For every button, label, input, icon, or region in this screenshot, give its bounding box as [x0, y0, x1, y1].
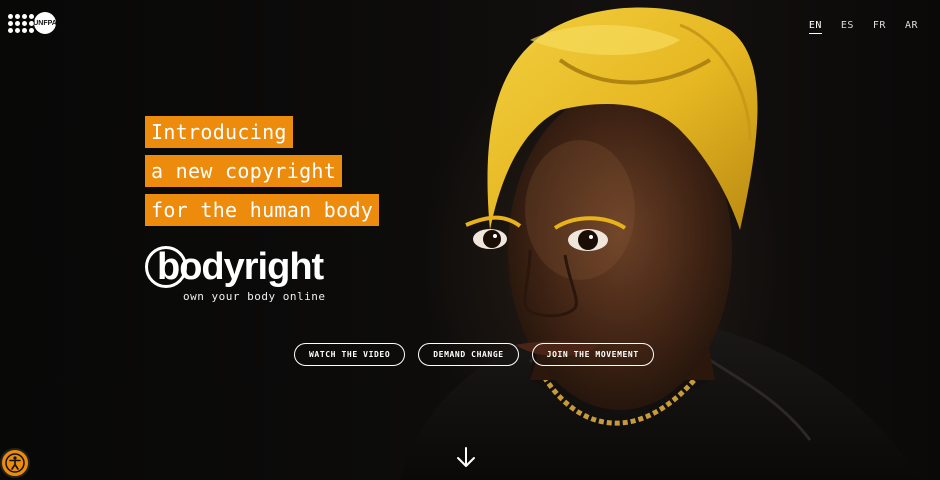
- brand-circle-icon: [145, 246, 187, 288]
- cta-group: WATCH THE VIDEO DEMAND CHANGE JOIN THE M…: [294, 343, 654, 366]
- join-movement-button[interactable]: JOIN THE MOVEMENT: [531, 343, 654, 366]
- watch-video-button[interactable]: WATCH THE VIDEO: [294, 343, 406, 366]
- unfpa-logo[interactable]: UNFPA: [8, 12, 57, 34]
- language-switcher: EN ES FR AR: [808, 20, 918, 34]
- arrow-down-icon[interactable]: [455, 446, 477, 470]
- lang-ar[interactable]: AR: [905, 20, 918, 34]
- hero-section: UNFPA EN ES FR AR Introducing a new copy…: [0, 0, 940, 480]
- lang-es[interactable]: ES: [841, 20, 854, 34]
- accessibility-button[interactable]: [0, 448, 30, 478]
- brand-tagline: own your body online: [183, 290, 326, 303]
- headline-line-1: Introducing: [145, 116, 293, 148]
- accessibility-icon: [5, 453, 25, 473]
- headline-line-2: a new copyright: [145, 155, 343, 187]
- hero-portrait-image: [400, 7, 920, 480]
- headline: Introducing a new copyright for the huma…: [145, 116, 380, 233]
- lang-en[interactable]: EN: [808, 20, 822, 34]
- logo-dots-icon: [8, 13, 34, 33]
- lang-fr[interactable]: FR: [873, 20, 886, 34]
- headline-line-3: for the human body: [145, 194, 380, 226]
- logo-badge: UNFPA: [33, 12, 57, 34]
- demand-change-button[interactable]: DEMAND CHANGE: [418, 343, 519, 366]
- bodyright-brand: bodyright own your body online: [145, 246, 325, 303]
